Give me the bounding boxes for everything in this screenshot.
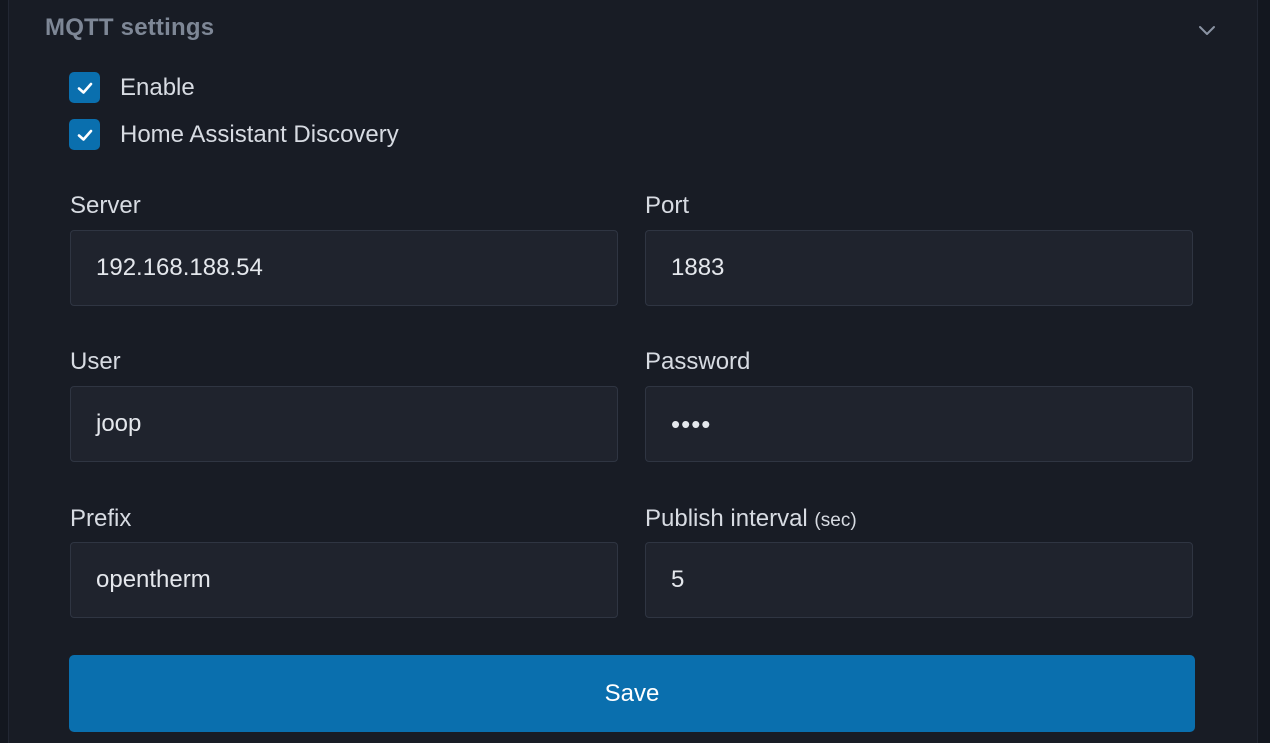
prefix-input[interactable]: opentherm — [70, 542, 618, 618]
section-title[interactable]: MQTT settings — [45, 14, 214, 42]
enable-checkbox[interactable] — [69, 72, 100, 103]
publish-interval-unit: (sec) — [814, 510, 857, 531]
publish-interval-label: Publish interval (sec) — [645, 505, 857, 533]
enable-checkbox-row[interactable]: Enable — [69, 72, 195, 103]
save-button[interactable]: Save — [69, 655, 1195, 732]
check-icon — [77, 129, 92, 141]
server-input[interactable]: 192.168.188.54 — [70, 230, 618, 306]
password-input[interactable]: •••• — [645, 386, 1193, 462]
mqtt-settings-panel: MQTT settings Enable Home Assistant Disc… — [8, 0, 1258, 743]
port-input[interactable]: 1883 — [645, 230, 1193, 306]
port-label: Port — [645, 192, 690, 219]
ha-discovery-checkbox-row[interactable]: Home Assistant Discovery — [69, 119, 399, 150]
user-label: User — [70, 348, 121, 375]
server-label: Server — [70, 192, 141, 219]
check-icon — [77, 82, 92, 94]
user-input[interactable]: joop — [70, 386, 618, 462]
password-label: Password — [645, 348, 751, 375]
enable-label: Enable — [120, 73, 195, 101]
prefix-label: Prefix — [70, 505, 132, 532]
chevron-down-icon[interactable] — [1195, 18, 1219, 42]
publish-interval-input[interactable]: 5 — [645, 542, 1193, 618]
publish-interval-label-text: Publish interval — [645, 505, 808, 532]
ha-discovery-checkbox[interactable] — [69, 119, 100, 150]
ha-discovery-label: Home Assistant Discovery — [120, 120, 399, 148]
